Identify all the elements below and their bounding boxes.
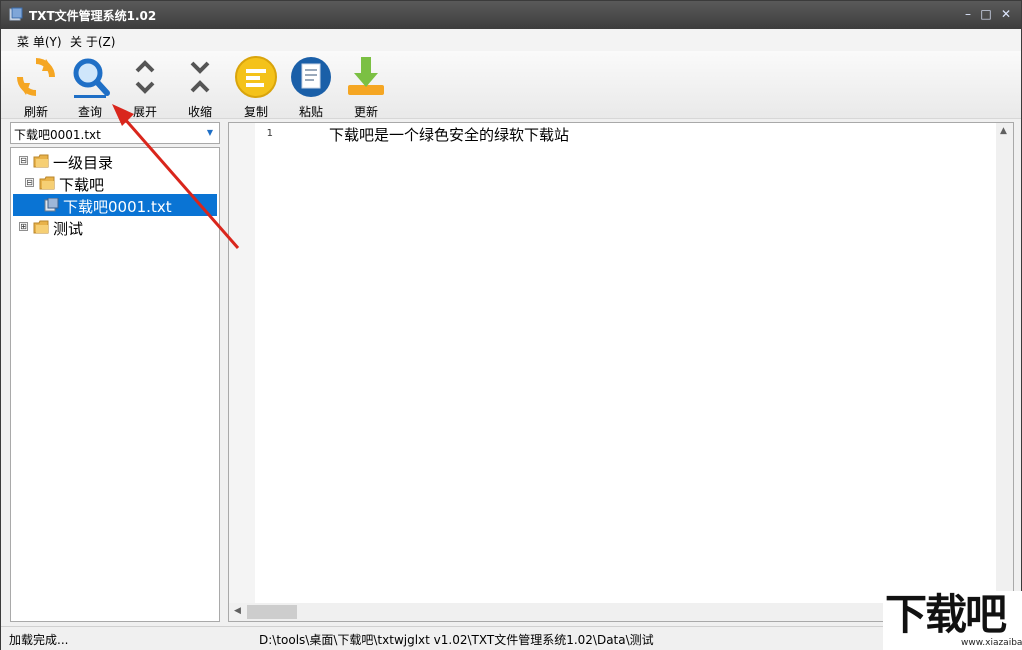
app-icon [9, 7, 23, 21]
minimize-button[interactable]: – [958, 5, 978, 23]
tree-node-label: 下载吧0001.txt [63, 198, 172, 216]
copy-button[interactable]: 复制 [231, 55, 281, 119]
tree-node-root[interactable]: ⊟ 一级目录 [13, 150, 217, 172]
tree-node-folder[interactable]: ⊟ 下载吧 [13, 172, 217, 194]
watermark-url: www.xiazaiba.com [961, 638, 1022, 648]
status-message: 加载完成... [9, 633, 69, 647]
editor-line[interactable]: 下载吧是一个绿色安全的绿软下载站 [329, 124, 569, 145]
menu-main[interactable]: 菜 单(Y) [17, 33, 62, 50]
scroll-left-icon[interactable]: ◀ [234, 606, 241, 616]
collapse-toggle-icon[interactable]: ⊟ [25, 178, 34, 187]
expand-toggle-icon[interactable]: ⊞ [19, 222, 28, 231]
status-path: D:\tools\桌面\下载吧\txtwjglxt v1.02\TXT文件管理系… [259, 633, 654, 647]
paste-icon [291, 57, 331, 97]
update-icon [348, 57, 384, 95]
watermark-text: 下载吧 [885, 590, 1007, 639]
menu-bar: 菜 单(Y) 关 于(Z) [1, 29, 1021, 51]
directory-tree: ⊟ 一级目录 ⊟ 下载吧 下载吧0001.txt ⊞ 测试 [10, 147, 220, 622]
file-combo[interactable]: 下载吧0001.txt ▼ [10, 122, 220, 144]
title-bar[interactable]: TXT文件管理系统1.02 – □ ✕ [1, 1, 1021, 29]
expand-label: 展开 [132, 105, 157, 119]
left-panel: 下载吧0001.txt ▼ ⊟ 一级目录 ⊟ 下载吧 下载吧0001.txt ⊞… [10, 122, 220, 622]
toolbar: 刷新 查询 展开 收缩 复制 粘贴 更新 [1, 51, 1021, 119]
collapse-toggle-icon[interactable]: ⊟ [19, 156, 28, 165]
update-button[interactable]: 更新 [341, 55, 391, 119]
folder-icon [33, 220, 49, 234]
scroll-up-icon[interactable]: ▲ [1000, 126, 1007, 136]
chevron-down-icon[interactable]: ▼ [203, 125, 217, 141]
update-label: 更新 [353, 105, 378, 119]
copy-label: 复制 [243, 105, 268, 119]
refresh-icon [17, 58, 55, 96]
window-title: TXT文件管理系统1.02 [29, 9, 157, 23]
maximize-button[interactable]: □ [976, 5, 996, 23]
search-icon [73, 58, 110, 98]
collapse-icon [190, 61, 210, 93]
collapse-label: 收缩 [187, 105, 212, 119]
app-window: TXT文件管理系统1.02 – □ ✕ 菜 单(Y) 关 于(Z) 刷新 查询 [0, 0, 1022, 650]
tree-node-label: 下载吧 [59, 176, 105, 194]
paste-label: 粘贴 [298, 105, 323, 119]
paste-button[interactable]: 粘贴 [286, 55, 336, 119]
copy-icon [235, 56, 277, 98]
text-editor[interactable]: 1 下载吧是一个绿色安全的绿软下载站 ▲ ◀ [228, 122, 1014, 622]
watermark-logo: 下载吧 www.xiazaiba.com [883, 591, 1022, 650]
search-label: 查询 [77, 105, 102, 119]
file-combo-value: 下载吧0001.txt [14, 128, 101, 142]
tree-node-label: 一级目录 [53, 154, 114, 172]
folder-icon [39, 176, 55, 190]
tree-node-label: 测试 [53, 220, 84, 238]
status-bar: 加载完成... D:\tools\桌面\下载吧\txtwjglxt v1.02\… [1, 626, 1021, 650]
line-number: 1 [266, 128, 273, 139]
tree-node-test[interactable]: ⊞ 测试 [13, 216, 217, 238]
vertical-scrollbar[interactable]: ▲ [996, 123, 1013, 603]
scroll-thumb[interactable] [247, 605, 297, 619]
folder-icon [33, 154, 49, 168]
refresh-button[interactable]: 刷新 [11, 55, 61, 119]
close-button[interactable]: ✕ [996, 5, 1016, 23]
expand-icon [135, 60, 155, 94]
expand-button[interactable]: 展开 [120, 55, 170, 119]
tree-node-file-selected[interactable]: 下载吧0001.txt [13, 194, 217, 216]
search-button[interactable]: 查询 [65, 55, 115, 119]
line-number-gutter [229, 123, 255, 603]
collapse-button[interactable]: 收缩 [175, 55, 225, 119]
refresh-label: 刷新 [23, 105, 48, 119]
text-file-icon [44, 198, 59, 212]
menu-about[interactable]: 关 于(Z) [70, 33, 115, 50]
